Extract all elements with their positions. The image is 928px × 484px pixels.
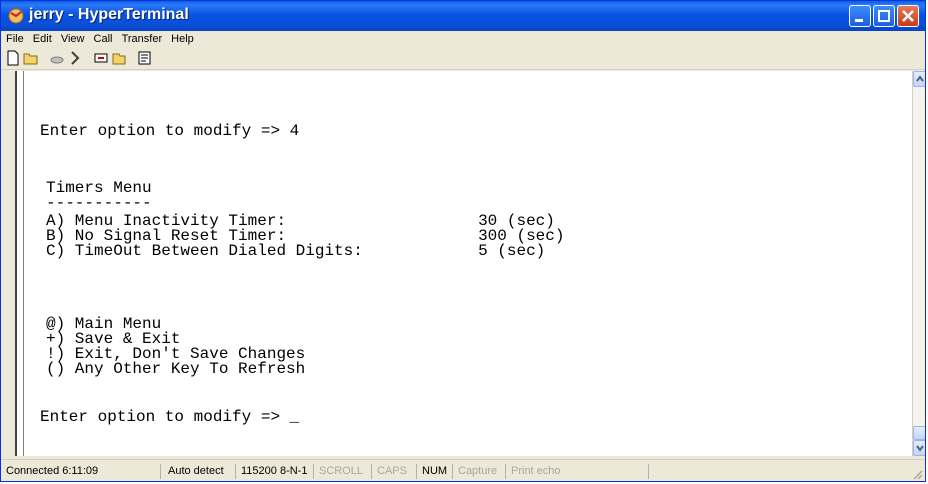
status-caps: CAPS <box>375 464 417 479</box>
maximize-icon <box>878 10 890 22</box>
menu-transfer[interactable]: Transfer <box>122 31 163 47</box>
terminal-line: Enter option to modify => _ <box>40 408 300 426</box>
menu-edit[interactable]: Edit <box>33 31 52 47</box>
chevron-up-icon <box>916 75 924 82</box>
title-bar[interactable]: jerry - HyperTerminal <box>1 1 925 31</box>
receive-icon[interactable] <box>111 50 127 66</box>
close-button[interactable] <box>897 5 919 27</box>
menu-file[interactable]: File <box>6 31 24 47</box>
send-icon[interactable] <box>93 50 109 66</box>
status-capture: Capture <box>456 464 506 479</box>
status-detect: Auto detect <box>166 464 236 479</box>
scroll-down-button[interactable] <box>913 440 925 456</box>
scroll-thumb[interactable] <box>913 426 925 440</box>
properties-icon[interactable] <box>137 50 153 66</box>
terminal-line: () Any Other Key To Refresh <box>46 360 306 378</box>
menu-bar: File Edit View Call Transfer Help <box>1 31 925 47</box>
new-icon[interactable] <box>5 50 21 66</box>
terminal-line: ----------- <box>46 194 152 212</box>
terminal-content: Enter option to modify => 4 Timers Menu … <box>23 71 912 456</box>
disconnect-icon[interactable] <box>67 50 83 66</box>
menu-view[interactable]: View <box>61 31 85 47</box>
toolbar <box>1 47 925 70</box>
status-bar: Connected 6:11:09 Auto detect 115200 8-N… <box>1 459 925 481</box>
terminal-line: Enter option to modify => 4 <box>40 122 300 140</box>
terminal-screen[interactable]: Enter option to modify => 4 Timers Menu … <box>15 71 912 456</box>
status-settings: 115200 8-N-1 <box>239 464 314 479</box>
terminal-line: C) TimeOut Between Dialed Digits: 5 (sec… <box>46 242 546 260</box>
close-icon <box>902 10 914 22</box>
minimize-button[interactable] <box>849 5 871 27</box>
status-connected: Connected 6:11:09 <box>4 464 161 479</box>
call-icon[interactable] <box>49 50 65 66</box>
resize-grip-icon[interactable] <box>911 468 923 480</box>
window-title: jerry - HyperTerminal <box>29 6 189 23</box>
menu-call[interactable]: Call <box>94 31 113 47</box>
vertical-scrollbar[interactable] <box>912 71 925 456</box>
menu-help[interactable]: Help <box>171 31 194 47</box>
chevron-down-icon <box>916 445 924 452</box>
status-print-echo: Print echo <box>509 464 649 479</box>
scroll-up-button[interactable] <box>913 71 925 87</box>
open-icon[interactable] <box>23 50 39 66</box>
maximize-button[interactable] <box>873 5 895 27</box>
hyperterminal-app-icon <box>8 8 24 24</box>
status-num: NUM <box>420 464 453 479</box>
hyperterminal-window: jerry - HyperTerminal File Edit View Cal… <box>0 0 926 482</box>
status-scroll: SCROLL <box>317 464 372 479</box>
minimize-icon <box>855 19 863 22</box>
